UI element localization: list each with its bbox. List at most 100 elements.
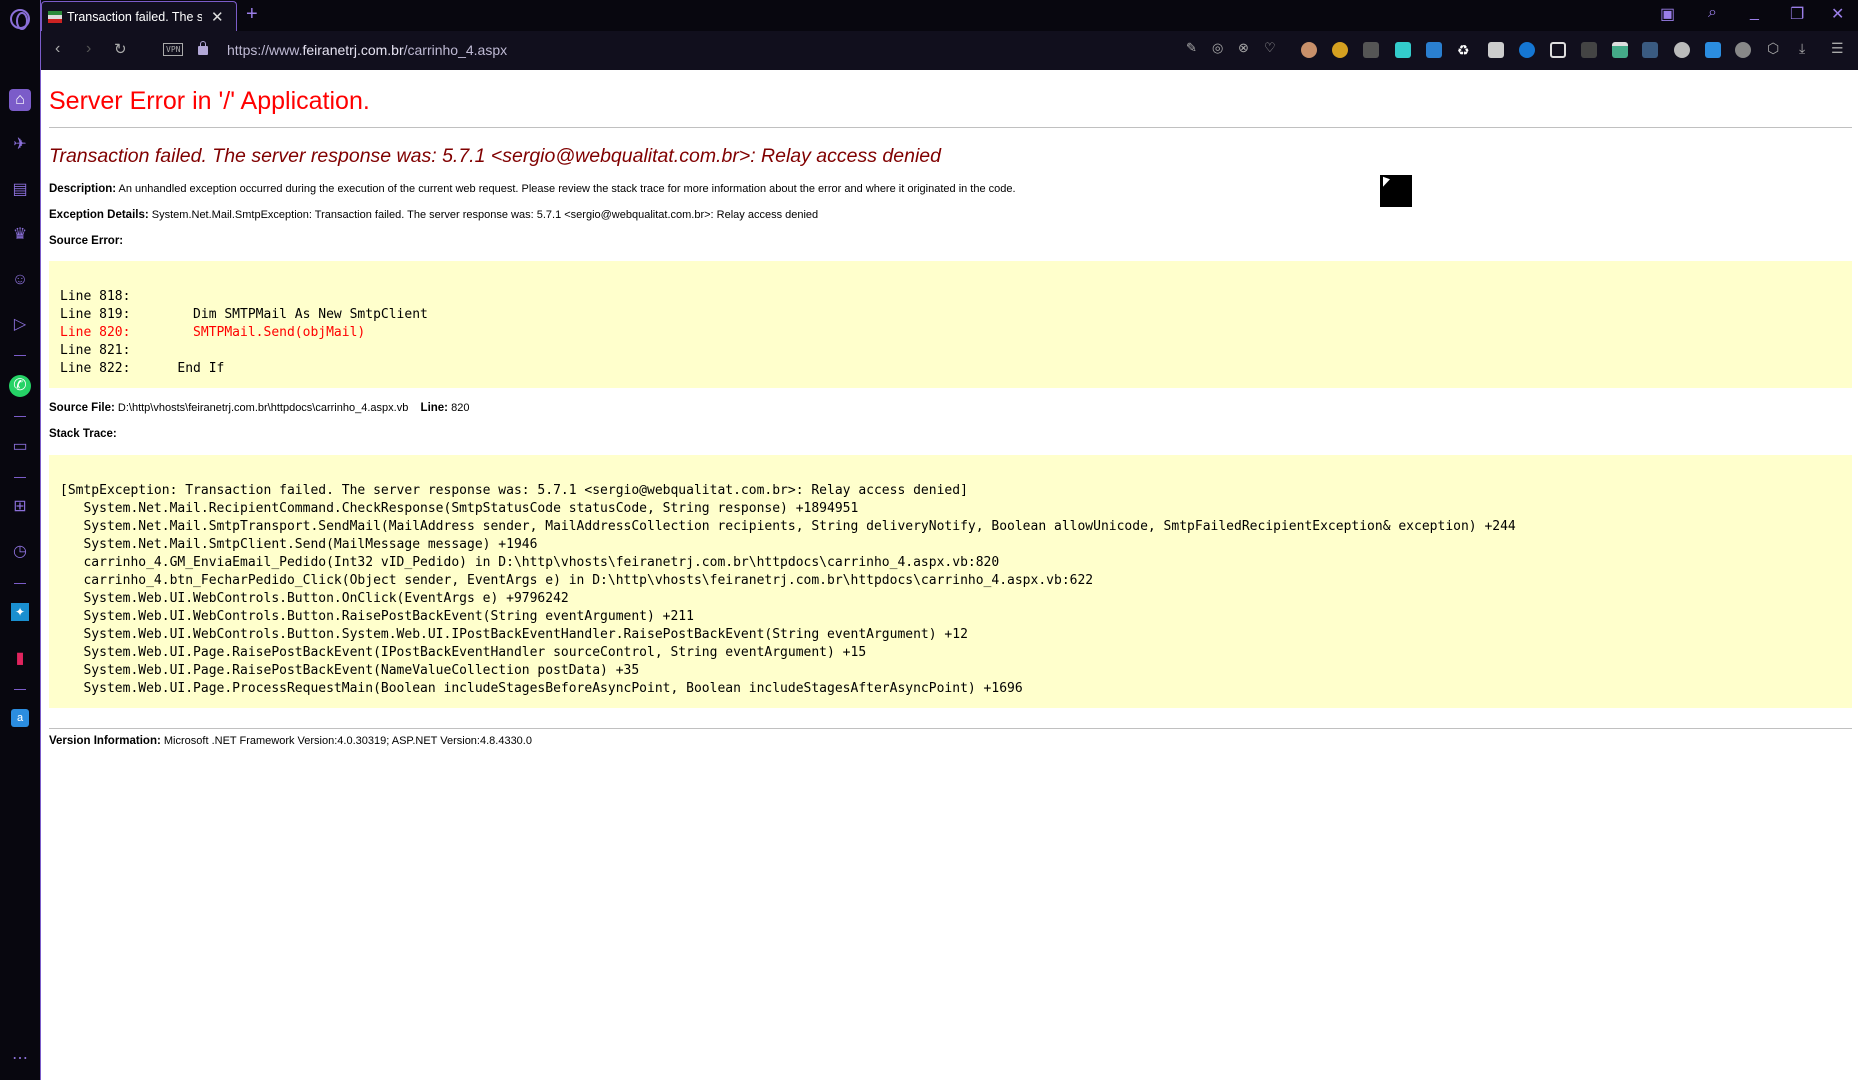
stack-trace-line: carrinho_4.GM_EnviaEmail_Pedido(Int32 vI… xyxy=(60,555,1000,570)
description-label: Description: xyxy=(49,183,117,195)
code-line: Line 821: xyxy=(60,343,131,358)
player-icon[interactable]: ▷ xyxy=(9,314,31,336)
sidebar-divider xyxy=(14,355,26,356)
history-clock-icon[interactable]: ◷ xyxy=(9,541,31,563)
lock-icon[interactable] xyxy=(198,41,208,55)
extension-s-icon[interactable] xyxy=(1426,42,1442,58)
document-icon[interactable]: ▤ xyxy=(9,179,31,201)
tab-bar: Transaction failed. The serv ✕ + ▣ ⌕ _ ❐… xyxy=(0,0,1858,32)
more-options-icon[interactable]: ⋯ xyxy=(9,1048,31,1070)
download-icon[interactable]: ⤓ xyxy=(1799,40,1805,57)
travel-plane-icon[interactable]: ✈ xyxy=(9,134,31,156)
new-tab-button[interactable]: + xyxy=(246,3,258,26)
tab-close-icon[interactable]: ✕ xyxy=(211,8,224,26)
crown-icon[interactable]: ♛ xyxy=(9,224,31,246)
minimize-button[interactable]: _ xyxy=(1750,4,1759,22)
source-file: Source File: D:\http\vhosts\feiranetrj.c… xyxy=(49,402,469,414)
tab-active[interactable]: Transaction failed. The serv ✕ xyxy=(41,1,237,32)
extension-hourglass-icon[interactable] xyxy=(1674,42,1690,58)
stack-trace-line: carrinho_4.btn_FecharPedido_Click(Object… xyxy=(60,573,1094,588)
extension-s-gray-icon[interactable] xyxy=(1488,42,1504,58)
description-text: An unhandled exception occurred during t… xyxy=(118,183,1016,195)
code-line-error: Line 820: SMTPMail.Send(objMail) xyxy=(60,325,366,340)
stack-trace-box: [SmtpException: Transaction failed. The … xyxy=(49,455,1852,708)
sidebar-divider xyxy=(14,583,26,584)
url-domain: feiranetrj.com.br xyxy=(302,42,404,58)
favicon-icon xyxy=(48,11,62,23)
wallet-icon[interactable]: ▭ xyxy=(9,436,31,458)
snapshot-icon[interactable]: ▣ xyxy=(1660,4,1675,24)
code-line: Line 819: Dim SMTPMail As New SmtpClient xyxy=(60,307,428,322)
stack-trace-line: System.Web.UI.Page.ProcessRequestMain(Bo… xyxy=(60,681,1023,696)
extension-c-icon[interactable] xyxy=(1519,42,1535,58)
url-prefix: https://www. xyxy=(227,42,303,58)
forward-button[interactable]: › xyxy=(86,40,91,58)
code-line: Line 822: End If xyxy=(60,361,225,376)
extension-fullscreen-icon[interactable] xyxy=(1550,42,1566,58)
extension-bookmark-icon[interactable] xyxy=(1363,42,1379,58)
source-code-box: Line 818: Line 819: Dim SMTPMail As New S… xyxy=(49,261,1852,388)
stack-trace-line: System.Web.UI.WebControls.Button.System.… xyxy=(60,627,968,642)
camera-icon[interactable]: ◎ xyxy=(1212,40,1223,56)
tab-title: Transaction failed. The serv xyxy=(67,10,202,24)
sidebar-divider xyxy=(14,689,26,690)
url-field[interactable]: https://www.feiranetrj.com.br/carrinho_4… xyxy=(227,42,507,58)
stack-trace-line: System.Net.Mail.SmtpClient.Send(MailMess… xyxy=(60,537,538,552)
extension-window-icon[interactable] xyxy=(1612,42,1628,58)
adblock-shield-icon[interactable]: ⊗ xyxy=(1238,40,1249,56)
extension-face-icon[interactable] xyxy=(1301,42,1317,58)
stack-trace-line: [SmtpException: Transaction failed. The … xyxy=(60,483,968,498)
page-title: Server Error in '/' Application. xyxy=(49,87,370,115)
stack-trace-line: System.Web.UI.WebControls.Button.RaisePo… xyxy=(60,609,694,624)
search-icon[interactable]: ⌕ xyxy=(1708,4,1717,22)
description: Description: An unhandled exception occu… xyxy=(49,183,1016,195)
sidebar-divider xyxy=(14,416,26,417)
version-text: Microsoft .NET Framework Version:4.0.303… xyxy=(163,735,532,747)
mouse-cursor-icon xyxy=(1380,175,1412,207)
stack-trace-line: System.Web.UI.Page.RaisePostBackEvent(IP… xyxy=(60,645,867,660)
source-file-label: Source File: xyxy=(49,402,115,414)
error-heading: Transaction failed. The server response … xyxy=(49,145,941,167)
smile-icon[interactable]: ☺ xyxy=(9,269,31,291)
extension-save-icon[interactable] xyxy=(1395,42,1411,58)
stack-trace-line: System.Net.Mail.RecipientCommand.CheckRe… xyxy=(60,501,859,516)
extension-broom-icon[interactable] xyxy=(1735,42,1751,58)
edit-icon[interactable]: ✎ xyxy=(1186,40,1197,56)
extension-puzzle-icon[interactable] xyxy=(1581,42,1597,58)
extension-dial-icon[interactable] xyxy=(1642,42,1658,58)
exception-text: System.Net.Mail.SmtpException: Transacti… xyxy=(151,209,819,221)
stats-chart-icon[interactable]: ▮ xyxy=(9,648,31,670)
reload-button[interactable]: ↻ xyxy=(114,40,127,58)
line-label: Line: xyxy=(420,402,449,414)
sidebar-divider xyxy=(14,477,26,478)
close-window-button[interactable]: ✕ xyxy=(1831,4,1844,24)
extensions-cube-icon[interactable]: ⬡ xyxy=(1767,40,1779,57)
source-error-label: Source Error: xyxy=(49,235,124,247)
whatsapp-icon[interactable]: ✆ xyxy=(9,375,31,397)
extension-circuit-icon[interactable] xyxy=(1332,42,1348,58)
apps-grid-icon[interactable]: ⊞ xyxy=(9,496,31,518)
line-number: 820 xyxy=(451,402,470,414)
stack-trace-line: System.Web.UI.WebControls.Button.OnClick… xyxy=(60,591,569,606)
stack-trace-line: System.Net.Mail.SmtpTransport.SendMail(M… xyxy=(60,519,1516,534)
url-path: /carrinho_4.aspx xyxy=(403,42,508,58)
restore-button[interactable]: ❐ xyxy=(1790,4,1804,24)
vpn-badge[interactable]: VPN xyxy=(163,43,184,56)
version-label: Version Information: xyxy=(49,735,161,747)
divider xyxy=(49,728,1852,729)
back-button[interactable]: ‹ xyxy=(55,40,60,58)
stack-trace-line: System.Web.UI.Page.RaisePostBackEvent(Na… xyxy=(60,663,640,678)
easy-setup-icon[interactable]: ☰ xyxy=(1831,40,1844,57)
heart-icon[interactable]: ♡ xyxy=(1264,40,1276,56)
extension-recycle-icon[interactable]: ♻ xyxy=(1457,42,1473,58)
opera-logo-icon[interactable] xyxy=(10,9,30,30)
code-line: Line 818: xyxy=(60,289,131,304)
stack-trace-label: Stack Trace: xyxy=(49,428,117,440)
extension-translate-icon[interactable] xyxy=(1705,42,1721,58)
bird-extension-icon[interactable]: ✦ xyxy=(11,603,29,621)
version-information: Version Information: Microsoft .NET Fram… xyxy=(49,735,532,747)
home-icon[interactable]: ⌂ xyxy=(9,89,31,111)
translate-icon[interactable]: a xyxy=(11,709,29,727)
exception-label: Exception Details: xyxy=(49,209,149,221)
divider xyxy=(49,127,1852,128)
